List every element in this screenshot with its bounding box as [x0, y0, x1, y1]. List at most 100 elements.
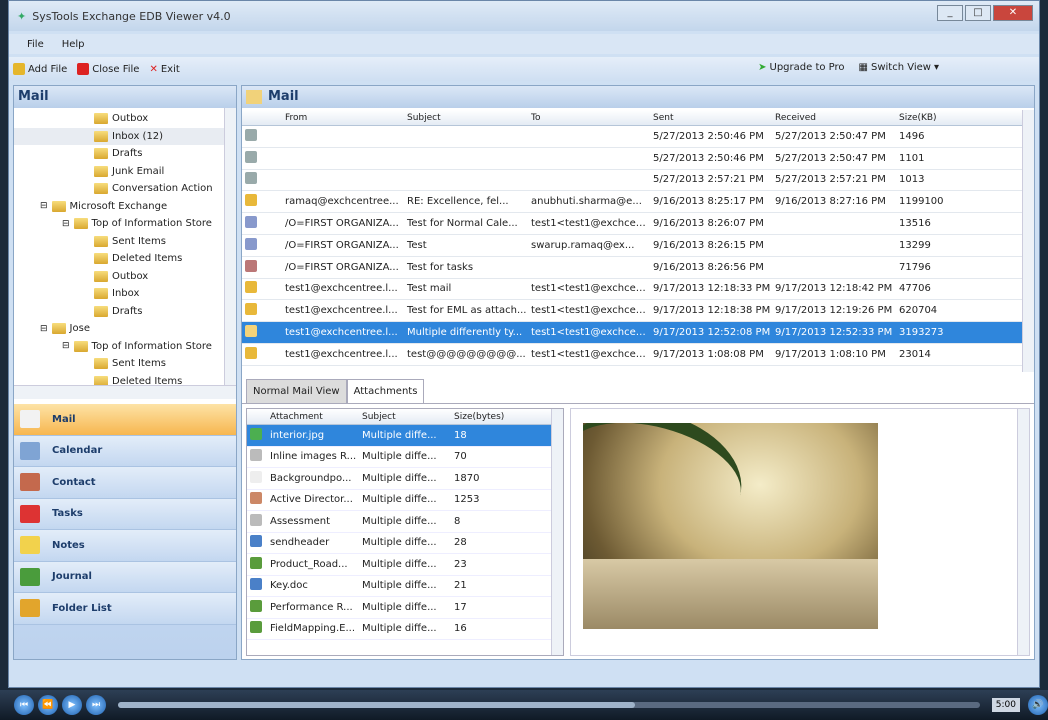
cell-subject: Multiple diffe... — [362, 515, 437, 527]
attachment-row[interactable]: Backgroundpo... Multiple diffe... 1870 — [247, 468, 563, 490]
expander-icon[interactable]: ⊟ — [62, 219, 70, 229]
tree-vertical-scrollbar[interactable] — [224, 108, 236, 385]
tab-attachments[interactable]: Attachments — [346, 379, 425, 403]
attachment-row[interactable]: Key.doc Multiple diffe... 21 — [247, 576, 563, 597]
expander-icon[interactable]: ⊟ — [62, 341, 70, 351]
envelope-icon — [245, 303, 257, 316]
mail-row[interactable]: 5/27/2013 2:57:21 PM 5/27/2013 2:57:21 PM… — [242, 170, 1022, 192]
upgrade-button[interactable]: ➤ Upgrade to Pro — [758, 62, 844, 73]
menu-file[interactable]: File — [27, 39, 44, 50]
nav-button-notes[interactable]: Notes — [14, 530, 236, 562]
column-header[interactable]: To — [528, 113, 650, 123]
attachment-row[interactable]: Assessment Multiple diffe... 8 — [247, 511, 563, 533]
tree-item[interactable]: Sent Items — [14, 233, 236, 251]
cell-size: 21 — [454, 580, 467, 592]
expander-icon[interactable]: ⊟ — [40, 324, 48, 334]
title-bar: ✦ SysTools Exchange EDB Viewer v4.0 _ □ ✕ — [9, 1, 1039, 31]
mail-row[interactable]: test1@exchcentree.l... test@@@@@@@@@... te… — [242, 344, 1022, 366]
view-tabs: Normal Mail View Attachments — [242, 376, 1034, 404]
tree-item-label: Sent Items — [112, 235, 166, 247]
column-header[interactable]: From — [282, 113, 404, 123]
mail-list-scrollbar[interactable] — [1022, 110, 1034, 372]
file-type-icon — [250, 427, 262, 440]
tree-item[interactable]: Deleted Items — [14, 250, 236, 268]
file-icon — [247, 492, 267, 507]
mail-row[interactable]: 5/27/2013 2:50:46 PM 5/27/2013 2:50:47 PM… — [242, 148, 1022, 170]
mail-row[interactable]: test1@exchcentree.l... Multiple different… — [242, 322, 1022, 344]
tree-item[interactable]: ⊟ Jose — [14, 320, 236, 338]
attachment-scrollbar[interactable] — [551, 409, 563, 655]
tree-item[interactable]: Inbox — [14, 285, 236, 303]
attachment-row[interactable]: Inline images R... Multiple diffe... 70 — [247, 447, 563, 468]
nav-button-contact[interactable]: Contact — [14, 467, 236, 499]
envelope-icon — [245, 325, 257, 338]
nav-button-mail[interactable]: Mail — [14, 404, 236, 436]
nav-button-label: Journal — [52, 571, 92, 583]
column-header[interactable]: Sent — [650, 113, 772, 123]
mail-row[interactable]: test1@exchcentree.l... Test mail test1<tes… — [242, 279, 1022, 301]
cell-name: FieldMapping.E... — [270, 623, 356, 635]
mail-row[interactable]: /O=FIRST ORGANIZA... Test swarup.ramaq@ex.… — [242, 235, 1022, 257]
tree-item[interactable]: Outbox — [14, 110, 236, 128]
skip-back-icon[interactable]: ⏮ — [14, 695, 34, 715]
switch-view-button[interactable]: ▦ Switch View ▾ — [859, 62, 939, 73]
exit-button[interactable]: ✕ Exit — [149, 64, 179, 75]
tree-item[interactable]: ⊟ Top of Information Store — [14, 338, 236, 356]
add-file-button[interactable]: Add File — [13, 63, 67, 75]
tree-horizontal-scrollbar[interactable] — [14, 385, 236, 399]
tree-item[interactable]: ⊟ Top of Information Store — [14, 215, 236, 233]
menu-help[interactable]: Help — [62, 39, 85, 50]
nav-button-folder-list[interactable]: Folder List — [14, 593, 236, 625]
tree-item[interactable]: Sent Items — [14, 355, 236, 373]
mail-row[interactable]: test1@exchcentree.l... Test for EML as at… — [242, 300, 1022, 323]
cell-from: /O=FIRST ORGANIZA... — [285, 261, 399, 273]
volume-icon[interactable]: 🔊 — [1028, 695, 1048, 715]
skip-forward-icon[interactable]: ⏭ — [86, 695, 106, 715]
column-header[interactable]: Size(KB) — [896, 113, 1016, 123]
tab-normal-mail-view[interactable]: Normal Mail View — [246, 379, 347, 403]
exit-label: Exit — [160, 63, 180, 75]
maximize-button[interactable]: □ — [965, 5, 991, 21]
folder-icon — [94, 165, 108, 177]
tree-item[interactable]: Inbox (12) — [14, 127, 236, 145]
attachment-row[interactable]: Performance R... Multiple diffe... 17 — [247, 597, 563, 619]
tree-item-label: Sent Items — [112, 358, 166, 370]
tree-item[interactable]: Drafts — [14, 303, 236, 321]
column-header[interactable]: Attachment — [267, 412, 359, 422]
attachment-row[interactable]: sendheader Multiple diffe... 28 — [247, 533, 563, 554]
minimize-button[interactable]: _ — [937, 5, 963, 21]
cell-from: test1@exchcentree.l... — [285, 305, 398, 317]
seek-progress — [118, 702, 636, 708]
column-header[interactable]: Subject — [404, 113, 528, 123]
tree-item[interactable]: Junk Email — [14, 163, 236, 181]
nav-button-calendar[interactable]: Calendar — [14, 435, 236, 467]
tree-item[interactable]: Conversation Action — [14, 180, 236, 198]
attachment-row[interactable]: interior.jpg Multiple diffe... 18 — [247, 425, 563, 447]
preview-scrollbar[interactable] — [1017, 409, 1029, 655]
column-header[interactable]: Received — [772, 113, 896, 123]
tree-item-label: Junk Email — [112, 165, 165, 177]
close-file-button[interactable]: Close File — [77, 63, 139, 75]
folder-icon — [94, 375, 108, 385]
nav-button-journal[interactable]: Journal — [14, 561, 236, 593]
rewind-icon[interactable]: ⏪ — [38, 695, 58, 715]
mail-folder-icon — [246, 89, 262, 104]
play-icon[interactable]: ▶ — [62, 695, 82, 715]
attachment-row[interactable]: FieldMapping.E... Multiple diffe... 16 — [247, 619, 563, 640]
mail-row[interactable]: 5/27/2013 2:50:46 PM 5/27/2013 2:50:47 PM… — [242, 126, 1022, 148]
tree-item[interactable]: Drafts — [14, 145, 236, 163]
tree-item[interactable]: Deleted Items — [14, 373, 236, 385]
mail-row[interactable]: /O=FIRST ORGANIZA... Test for tasks 9/16/2… — [242, 257, 1022, 279]
nav-button-tasks[interactable]: Tasks — [14, 498, 236, 530]
column-header[interactable]: Size(bytes) — [451, 412, 543, 422]
mail-row[interactable]: /O=FIRST ORGANIZA... Test for Normal Cale… — [242, 213, 1022, 235]
column-header[interactable]: Subject — [359, 412, 451, 422]
tree-item[interactable]: Outbox — [14, 268, 236, 286]
attachment-row[interactable]: Product_Road... Multiple diffe... 23 — [247, 554, 563, 576]
expander-icon[interactable]: ⊟ — [40, 201, 48, 211]
mail-row[interactable]: ramaq@exchcentree... RE: Excellence, fel.… — [242, 191, 1022, 214]
attachment-row[interactable]: Active Director... Multiple diffe... 1253 — [247, 490, 563, 511]
close-window-button[interactable]: ✕ — [993, 5, 1033, 21]
seek-slider[interactable] — [118, 702, 980, 708]
tree-item[interactable]: ⊟ Microsoft Exchange — [14, 198, 236, 216]
